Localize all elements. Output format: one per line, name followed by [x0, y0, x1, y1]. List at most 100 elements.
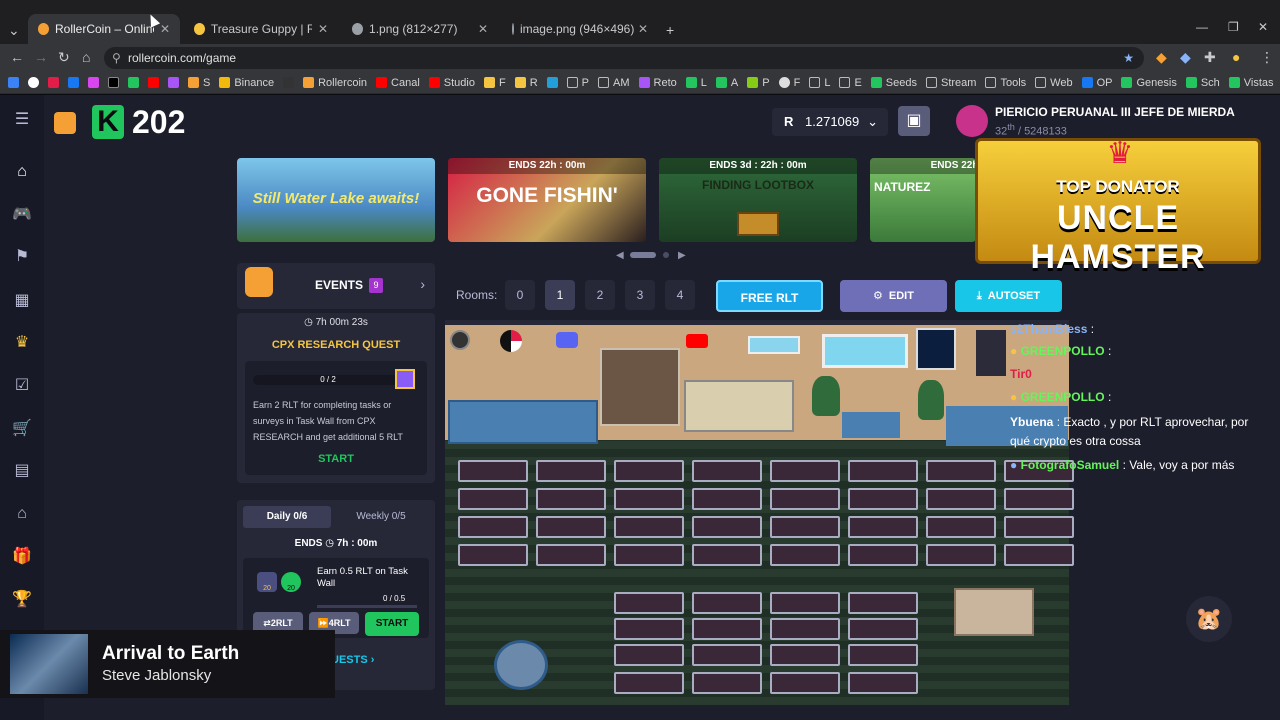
miner-rack[interactable]: [848, 672, 918, 694]
miner-rack[interactable]: [692, 672, 762, 694]
miner-rack[interactable]: [926, 516, 996, 538]
bookmark-reto[interactable]: Reto: [638, 77, 677, 89]
event-banner-gone-fishin[interactable]: ENDS 22h : 00m GONE FISHIN': [448, 158, 646, 242]
tab-treasure-guppy[interactable]: Treasure Guppy | Rollercoin | M ✕: [184, 14, 338, 44]
bookmark-folder[interactable]: P: [566, 77, 589, 89]
blue-crate[interactable]: [842, 412, 900, 438]
cart-icon[interactable]: 🛒: [10, 417, 34, 441]
room-button-0[interactable]: 0: [505, 280, 535, 310]
bookmark-op[interactable]: OP: [1081, 77, 1112, 89]
bookmark-web[interactable]: Web: [1035, 77, 1073, 89]
miner-rack[interactable]: [536, 488, 606, 510]
miner-rack[interactable]: [458, 460, 528, 482]
carousel-dot[interactable]: [663, 252, 670, 258]
reload-icon[interactable]: ↻: [58, 49, 70, 66]
menu-icon[interactable]: ☰: [10, 108, 34, 132]
miner-rack[interactable]: [692, 544, 762, 566]
bookmark-item[interactable]: [148, 77, 159, 88]
bottom-right-table[interactable]: [954, 588, 1034, 636]
miner-rack[interactable]: [692, 516, 762, 538]
autoset-button[interactable]: ⤓ AUTOSET: [955, 280, 1062, 312]
bookmark-seeds[interactable]: Seeds: [870, 77, 917, 89]
bookmark-item[interactable]: [168, 77, 179, 88]
bookmark-item[interactable]: F: [778, 77, 800, 89]
bookmark-studio[interactable]: Studio: [428, 77, 475, 89]
extension-icon[interactable]: ◆: [1180, 49, 1191, 66]
back-icon[interactable]: ←: [10, 49, 24, 65]
forward-icon[interactable]: →: [34, 49, 48, 65]
bookmark-item[interactable]: [68, 77, 79, 88]
bookmark-vistas[interactable]: Vistas: [1228, 77, 1274, 89]
bookmark-item[interactable]: R: [514, 77, 538, 89]
quests-icon[interactable]: ⚑: [10, 245, 34, 269]
bookmark-folder[interactable]: L: [809, 77, 830, 89]
event-banner-still-water-lake[interactable]: Still Water Lake awaits!: [237, 158, 435, 242]
miner-rack[interactable]: [458, 544, 528, 566]
minimize-icon[interactable]: —: [1196, 20, 1208, 34]
event-banner-finding-lootbox[interactable]: ENDS 3d : 22h : 00m FINDING LOOTBOX: [659, 158, 857, 242]
miner-rack[interactable]: [614, 460, 684, 482]
miner-rack[interactable]: [614, 644, 684, 666]
bookmark-item[interactable]: A: [715, 77, 738, 89]
close-window-icon[interactable]: ✕: [1258, 20, 1268, 34]
close-tab-icon[interactable]: ✕: [160, 22, 170, 36]
miner-rack[interactable]: [848, 618, 918, 640]
miner-rack[interactable]: [536, 460, 606, 482]
trophy-icon[interactable]: 🏆: [10, 588, 34, 612]
miner-rack[interactable]: [926, 544, 996, 566]
marketplace-icon[interactable]: ▤: [10, 459, 34, 483]
bookmark-item[interactable]: F: [483, 77, 506, 89]
extension-icon[interactable]: ◆: [1156, 49, 1167, 66]
shelf-cabinet[interactable]: [600, 348, 680, 426]
blue-sofa[interactable]: [448, 400, 598, 444]
bookmark-rollercoin[interactable]: Rollercoin: [303, 77, 367, 89]
bookmark-canal[interactable]: Canal: [376, 77, 420, 89]
bookmark-star-icon[interactable]: ★: [1123, 47, 1134, 69]
miner-rack[interactable]: [458, 488, 528, 510]
miner-rack[interactable]: [692, 644, 762, 666]
chevron-left-icon[interactable]: ◀: [616, 250, 624, 261]
miner-rack[interactable]: [536, 544, 606, 566]
crown-icon[interactable]: ♛: [10, 331, 34, 355]
bookmark-tools[interactable]: Tools: [985, 77, 1026, 89]
bookmark-item[interactable]: [28, 77, 39, 88]
hamster-support-icon[interactable]: 🐹: [1186, 596, 1232, 642]
quest-start-button[interactable]: START: [245, 453, 427, 465]
profile-icon[interactable]: ●: [1232, 49, 1240, 65]
wheel-icon[interactable]: [500, 330, 522, 352]
gamepad-icon[interactable]: 🎮: [10, 203, 34, 227]
tab-imagepng[interactable]: image.png (946×496) ✕: [502, 14, 658, 44]
bank-icon[interactable]: ⌂: [10, 502, 34, 526]
miner-rack[interactable]: [848, 592, 918, 614]
new-tab-icon[interactable]: +: [666, 22, 674, 38]
all-quests-link[interactable]: UESTS ›: [331, 654, 374, 666]
maximize-icon[interactable]: ❐: [1228, 20, 1239, 34]
miner-rack[interactable]: [614, 592, 684, 614]
miner-rack[interactable]: [770, 488, 840, 510]
miner-rack[interactable]: [770, 460, 840, 482]
miner-rack[interactable]: [848, 644, 918, 666]
discord-icon[interactable]: [556, 332, 578, 348]
miner-rack[interactable]: [692, 460, 762, 482]
miner-rack[interactable]: [848, 544, 918, 566]
bookmark-genesis[interactable]: Genesis: [1121, 77, 1177, 89]
site-info-icon[interactable]: ⚲: [112, 47, 121, 69]
bookmark-item[interactable]: [48, 77, 59, 88]
miner-rack[interactable]: [458, 516, 528, 538]
miner-rack[interactable]: [536, 516, 606, 538]
bookmark-item[interactable]: S: [188, 77, 210, 89]
room-button-2[interactable]: 2: [585, 280, 615, 310]
bookmark-item[interactable]: [546, 77, 558, 88]
miner-rack[interactable]: [848, 460, 918, 482]
tab-1png[interactable]: 1.png (812×277) ✕: [342, 14, 498, 44]
room-button-3[interactable]: 3: [625, 280, 655, 310]
bookmark-item[interactable]: L: [685, 77, 707, 89]
miner-rack[interactable]: [1004, 516, 1074, 538]
close-tab-icon[interactable]: ✕: [318, 22, 328, 36]
free-rlt-button[interactable]: FREE RLT: [716, 280, 823, 312]
youtube-icon[interactable]: [686, 334, 708, 348]
event-banner-naturez[interactable]: ENDS 22h : 00m NATUREZ: [870, 158, 976, 242]
bookmark-item[interactable]: [128, 77, 139, 88]
miner-rack[interactable]: [848, 516, 918, 538]
miner-rack[interactable]: [614, 672, 684, 694]
